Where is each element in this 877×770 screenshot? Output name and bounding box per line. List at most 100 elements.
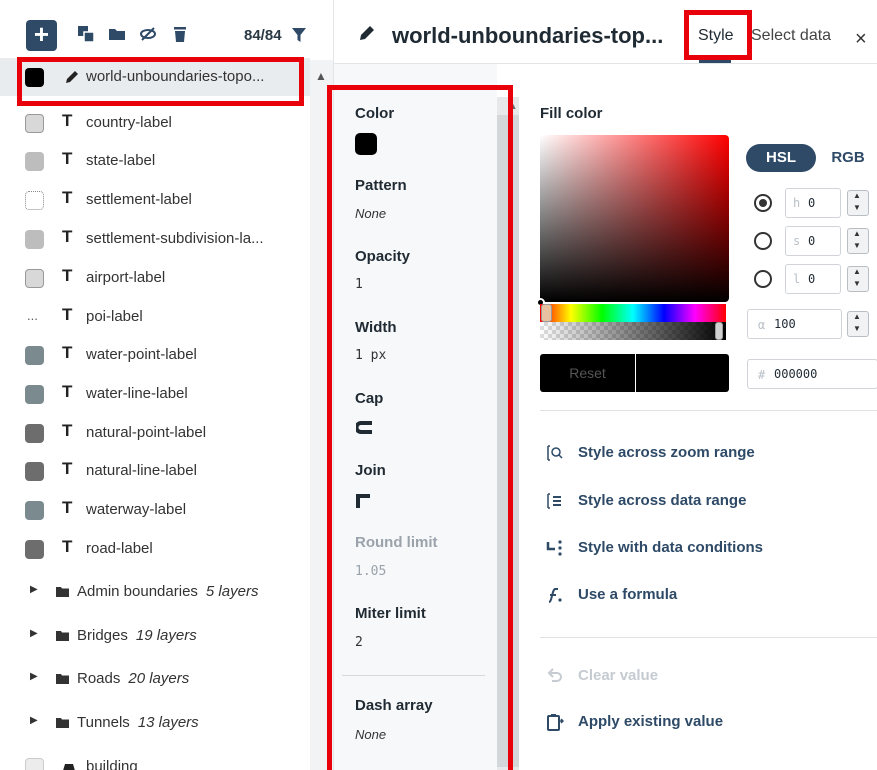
property-color[interactable]: Color [355, 105, 394, 122]
property-pattern[interactable]: Pattern [355, 177, 407, 194]
tab-style[interactable]: Style [698, 27, 734, 45]
style-data-range-button[interactable]: Style across data range [540, 489, 860, 515]
alpha-input[interactable]: α 100 [747, 309, 842, 339]
alpha-slider[interactable] [540, 322, 726, 340]
layer-row[interactable]: T settlement-subdivision-la... [0, 220, 310, 258]
style-data-conditions-button[interactable]: Style with data conditions [540, 536, 860, 562]
active-tab-indicator [699, 60, 731, 63]
layer-row[interactable]: T settlement-label [0, 181, 310, 219]
caret-right-icon[interactable]: ▶ [30, 715, 38, 726]
alpha-slider-handle[interactable] [715, 322, 723, 340]
folder-icon[interactable] [108, 25, 126, 43]
color-swatch [25, 758, 44, 770]
layer-row[interactable]: T airport-label [0, 259, 310, 297]
trash-icon[interactable] [171, 25, 189, 43]
hue-input[interactable]: h0 [785, 188, 841, 218]
tab-select-data[interactable]: Select data [751, 27, 831, 45]
saturation-stepper[interactable] [847, 228, 869, 254]
miter-limit-value: 2 [355, 635, 363, 650]
hue-stepper[interactable] [847, 190, 869, 216]
color-swatch [25, 501, 44, 520]
ellipsis-icon: ... [27, 308, 38, 323]
saturation-radio[interactable] [754, 232, 772, 250]
text-type-icon: T [62, 149, 73, 168]
alpha-stepper[interactable] [847, 311, 869, 337]
hide-icon[interactable] [139, 25, 157, 43]
layer-row[interactable]: building [0, 748, 310, 770]
fill-color-editor: Fill color Reset HSL RGB h0 s0 l0 α100 #… [519, 64, 877, 770]
property-width[interactable]: Width [355, 319, 397, 336]
layer-name: water-point-label [86, 346, 197, 363]
caret-right-icon[interactable]: ▶ [30, 671, 38, 682]
layer-toolbar: + 84/84 [0, 0, 333, 58]
caret-right-icon[interactable]: ▶ [30, 628, 38, 639]
layer-row[interactable]: T water-line-label [0, 375, 310, 413]
color-swatch [25, 462, 44, 481]
hsl-mode-button[interactable]: HSL [746, 144, 816, 172]
close-icon[interactable]: × [855, 28, 867, 51]
layer-group[interactable]: ▶ Roads 20 layers [0, 659, 310, 699]
saturation-input[interactable]: s0 [785, 226, 841, 256]
lightness-radio[interactable] [754, 270, 772, 288]
hue-slider[interactable] [540, 304, 726, 322]
data-conditions-icon [546, 540, 562, 556]
layer-list-scrollbar[interactable]: ▲ [310, 60, 333, 770]
property-cap[interactable]: Cap [355, 390, 383, 407]
add-layer-button[interactable]: + [26, 20, 57, 51]
lightness-input[interactable]: l0 [785, 264, 841, 294]
scroll-up-icon[interactable]: ▲ [315, 69, 327, 83]
hex-input[interactable]: #000000 [747, 359, 877, 389]
layer-name: building [86, 758, 138, 770]
color-swatch [25, 424, 44, 443]
scrollbar-thumb[interactable] [497, 115, 519, 767]
duplicate-icon[interactable] [77, 25, 95, 43]
reset-button[interactable]: Reset [540, 354, 635, 392]
layer-row[interactable]: T waterway-label [0, 491, 310, 529]
caret-right-icon[interactable]: ▶ [30, 584, 38, 595]
layer-row[interactable]: T natural-point-label [0, 414, 310, 452]
property-dash-array[interactable]: Dash array [355, 697, 433, 714]
apply-existing-value-button[interactable]: Apply existing value [540, 710, 860, 736]
use-formula-button[interactable]: Use a formula [540, 583, 860, 609]
layer-name: country-label [86, 114, 172, 131]
layer-row[interactable]: world-unboundaries-topo... [0, 58, 310, 96]
hue-slider-handle[interactable] [541, 304, 552, 322]
layer-row[interactable]: T natural-line-label [0, 452, 310, 490]
layer-group[interactable]: ▶ Admin boundaries 5 layers [0, 572, 310, 612]
layer-row[interactable]: T water-point-label [0, 336, 310, 374]
group-name: Tunnels 13 layers [77, 714, 199, 731]
property-round-limit[interactable]: Round limit [355, 534, 438, 551]
join-icon [356, 494, 370, 508]
rgb-mode-button[interactable]: RGB [823, 144, 873, 172]
layer-row[interactable]: T road-label [0, 530, 310, 568]
layer-name: waterway-label [86, 501, 187, 518]
style-property-list: Color Pattern None Opacity 1 Width 1 px … [334, 64, 497, 770]
scroll-up-icon[interactable]: ▲ [507, 100, 518, 112]
property-join[interactable]: Join [355, 462, 386, 479]
layer-name: settlement-subdivision-la... [86, 230, 264, 247]
property-opacity[interactable]: Opacity [355, 248, 410, 265]
formula-icon [548, 588, 562, 603]
layer-row[interactable]: ... T poi-label [0, 298, 310, 336]
pencil-icon [360, 26, 374, 40]
pencil-icon [66, 71, 78, 83]
clipboard-icon [547, 714, 564, 731]
property-list-scrollbar[interactable] [497, 97, 519, 770]
text-type-icon: T [62, 266, 73, 285]
folder-icon [56, 587, 69, 597]
layer-group[interactable]: ▶ Tunnels 13 layers [0, 703, 310, 743]
filter-icon[interactable] [291, 26, 307, 44]
hue-radio[interactable] [754, 194, 772, 212]
layer-row[interactable]: T state-label [0, 142, 310, 180]
color-swatch [25, 68, 44, 87]
style-zoom-range-button[interactable]: Style across zoom range [540, 441, 860, 467]
clear-value-button[interactable]: Clear value [540, 664, 860, 690]
property-miter-limit[interactable]: Miter limit [355, 605, 426, 622]
color-chip[interactable] [355, 133, 377, 155]
layer-group[interactable]: ▶ Bridges 19 layers [0, 616, 310, 656]
lightness-stepper[interactable] [847, 266, 869, 292]
pattern-value: None [355, 206, 387, 221]
layer-row[interactable]: T country-label [0, 104, 310, 142]
group-name: Admin boundaries 5 layers [77, 583, 259, 600]
saturation-lightness-picker[interactable] [540, 135, 729, 302]
